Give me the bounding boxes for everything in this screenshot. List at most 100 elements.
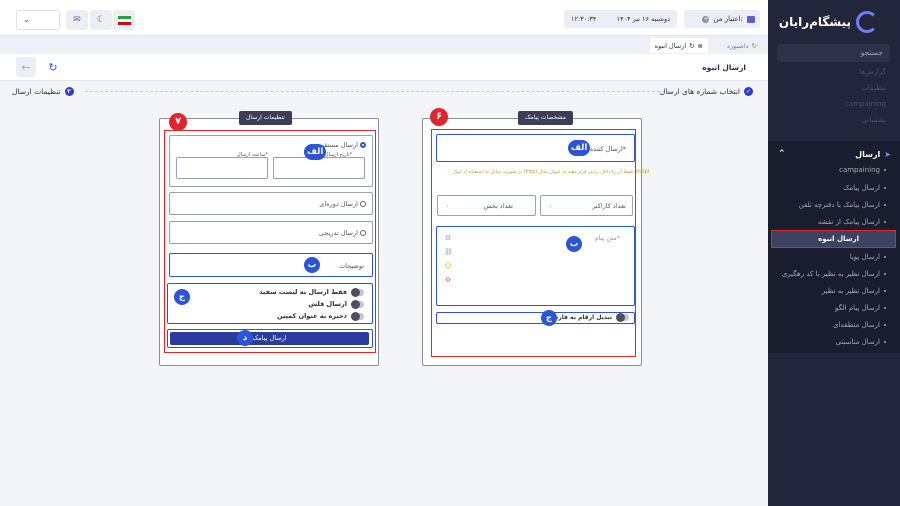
sidebar-item-regional[interactable]: ارسال منطقه‌ای (833, 321, 886, 329)
sidebar-item-label: campaining (839, 166, 880, 174)
gradual-send-option[interactable]: ارسال تدریجی (169, 221, 373, 244)
bullet-icon (884, 221, 886, 223)
close-icon[interactable]: ⊗ (698, 42, 703, 50)
add-credit-icon[interactable]: + (702, 15, 710, 23)
parts-label: تعداد بخش (483, 202, 513, 210)
language-flag-button[interactable] (113, 10, 135, 30)
bullet-icon (884, 273, 886, 275)
description-field[interactable]: توضیحات ب (169, 253, 373, 277)
sidebar-item-p2p-tracking[interactable]: ارسال نظیر به نظیر با کد رهگیری (782, 270, 886, 278)
periodic-radio[interactable]: ارسال دوره‌ای (319, 200, 366, 208)
message-textarea[interactable]: متن پیام* ب ⚙ ⛓ ☺ ✿ (436, 226, 635, 306)
sidebar-item-occasion[interactable]: ارسال مناسبتی (835, 338, 886, 346)
emoji-icon[interactable]: ☺ (444, 262, 452, 270)
tab-bulk-send[interactable]: ارسال انبوه ↻ ⊗ (649, 38, 708, 53)
step-done-icon: ✓ (744, 87, 753, 96)
sidebar-item-p2p[interactable]: ارسال نظیر به نظیر (822, 287, 886, 295)
refresh-icon[interactable]: ↻ (752, 42, 757, 50)
time-badge: الف (304, 144, 327, 160)
sms-badge: ۶ (430, 108, 448, 126)
send-badge: د (237, 330, 253, 346)
sender-label: ارسال کننده* (589, 145, 626, 153)
refresh-icon: ↻ (48, 60, 58, 74)
flash-toggle[interactable]: ارسال فلش (308, 299, 364, 309)
radio-label: ارسال تدریجی (318, 229, 358, 237)
description-badge: ب (304, 257, 320, 273)
date-time-box: ۱۲:۳۰:۳۴ دوشنبه ۱۶ تیر ۱۴۰۴ (564, 10, 677, 28)
whitelist-toggle[interactable]: فقط ارسال به لیست سفید (259, 287, 364, 297)
send-sms-button[interactable]: ارسال پیامک (170, 332, 369, 345)
sidebar-faded-item[interactable]: گزارش‌ها (859, 68, 886, 76)
message-placeholder: متن پیام* (594, 234, 620, 242)
tab-label: داشبورد (727, 41, 749, 50)
iran-flag-icon (117, 15, 131, 25)
radio-checked-icon (360, 142, 366, 148)
send-date-input[interactable] (273, 157, 365, 179)
credit-box[interactable]: + اعتبار من: (684, 10, 760, 28)
refresh-icon[interactable]: ↻ (689, 42, 694, 50)
persian-digits-badge: ج (541, 310, 557, 326)
brand-name: پیشگام‌رایان (778, 15, 851, 29)
tabs-bar: داشبورد ↻ ارسال انبوه ↻ ⊗ (0, 36, 768, 54)
gear-icon[interactable]: ⚙ (444, 234, 452, 242)
step-send-settings[interactable]: تنظیمات ارسال ۲ (12, 87, 74, 96)
toggle-switch[interactable] (616, 313, 629, 322)
sidebar-item-sms[interactable]: ارسال پیامک (843, 184, 886, 192)
credit-label: اعتبار من: (713, 15, 743, 23)
chevron-down-icon: ⌄ (23, 15, 30, 24)
bullet-icon (884, 324, 886, 326)
sidebar-group-header[interactable]: ⌃ ارسال ➤ (778, 149, 891, 159)
sticker-icon[interactable]: ✿ (444, 276, 452, 284)
char-count-value: ۰ (549, 202, 553, 210)
sidebar-faded-item[interactable]: تنظیمات (861, 84, 886, 92)
settings-badge: ۷ (169, 113, 187, 131)
sender-field[interactable]: ارسال کننده* الف (436, 134, 635, 162)
step-connector (85, 91, 670, 92)
language-select[interactable]: ⌄ (16, 10, 60, 30)
bullet-icon (884, 169, 886, 171)
refresh-button[interactable]: ↻ (43, 57, 63, 77)
sidebar-item-label: ارسال پویا (849, 253, 880, 261)
options-toggles-panel: فقط ارسال به لیست سفید ارسال فلش ذخیره ب… (167, 283, 373, 324)
sidebar-item-phonebook[interactable]: ارسال پیامک با دفترچه تلفن (799, 201, 886, 209)
step-label: تنظیمات ارسال (12, 87, 61, 96)
toggle-label: ذخیره به عنوان کمپین (277, 312, 347, 320)
sidebar-item-template[interactable]: ارسال پیام الگو (835, 304, 886, 312)
periodic-send-option[interactable]: ارسال دوره‌ای (169, 192, 373, 215)
toggle-switch[interactable] (351, 299, 364, 309)
chevron-up-icon: ⌃ (778, 149, 786, 159)
mail-icon: ✉ (73, 15, 81, 25)
sidebar-faded-item[interactable]: پشتیبانی (862, 116, 886, 124)
theme-toggle-button[interactable]: ☾ (90, 10, 112, 30)
back-button[interactable]: ← (16, 57, 36, 77)
persian-digits-toggle[interactable]: تبدیل ارقام به فارسی (546, 313, 629, 322)
toggle-label: فقط ارسال به لیست سفید (259, 288, 347, 296)
sidebar-item-campaining[interactable]: campaining (839, 166, 886, 174)
link-warning: در صورت تمایل به استفاده از لینک (http) … (453, 170, 650, 175)
sidebar-item-bulk-send[interactable]: ارسال انبوه (771, 230, 896, 248)
toggle-switch[interactable] (351, 287, 364, 297)
step-select-numbers[interactable]: انتخاب شماره های ارسال ✓ (660, 87, 753, 96)
sidebar-item-label: ارسال نظیر به نظیر (821, 287, 880, 295)
gradual-radio[interactable]: ارسال تدریجی (319, 229, 366, 237)
sidebar-faded-item[interactable]: campaining (845, 100, 886, 108)
tab-dashboard[interactable]: داشبورد ↻ (722, 38, 762, 53)
bullet-icon (884, 307, 886, 309)
sidebar-item-dynamic[interactable]: ارسال پویا (850, 253, 886, 261)
brand-logo[interactable]: پیشگام‌رایان (779, 11, 878, 33)
sidebar-item-map[interactable]: ارسال پیامک از نقشه (818, 218, 886, 226)
logo-icon (856, 11, 878, 33)
save-campaign-toggle[interactable]: ذخیره به عنوان کمپین (277, 311, 364, 321)
messages-button[interactable]: ✉ (66, 10, 88, 30)
link-icon[interactable]: ⛓ (444, 248, 453, 256)
sidebar-search-input[interactable]: جستجو (777, 44, 890, 62)
sidebar-item-label: ارسال نظیر به نظیر با کد رهگیری (781, 270, 880, 278)
char-count-field: تعداد کاراکتر ۰ (540, 195, 633, 216)
toggle-switch[interactable] (351, 311, 364, 321)
sidebar-item-label: ارسال منطقه‌ای (833, 321, 880, 329)
sidebar: پیشگام‌رایان جستجو گزارش‌ها تنظیمات camp… (768, 0, 900, 506)
send-button-frame: ارسال پیامک د (167, 329, 373, 348)
step-label: انتخاب شماره های ارسال (659, 87, 740, 96)
send-time-input[interactable] (176, 157, 268, 179)
sidebar-item-label: ارسال پیام الگو (835, 304, 880, 312)
